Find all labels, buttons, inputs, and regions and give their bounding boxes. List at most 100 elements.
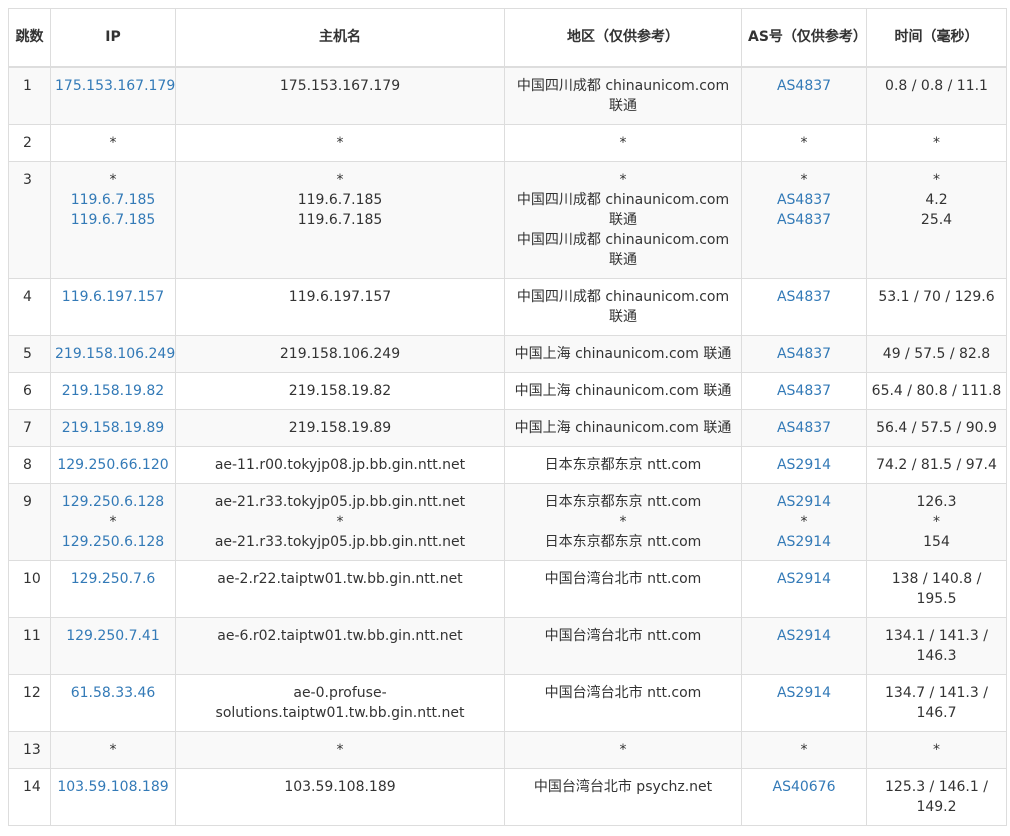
cell-line: * xyxy=(933,741,940,758)
table-row: 7 219.158.19.89 219.158.19.89 中国上海 chinauni… xyxy=(8,408,1007,447)
asn-link[interactable]: AS4837 xyxy=(777,192,831,208)
asn-link[interactable]: AS2914 xyxy=(777,571,831,587)
ip-cell: 219.158.19.82 xyxy=(50,371,176,410)
table-row: 8 129.250.66.120 ae-11.r00.tokyjp08.jp.bb.… xyxy=(8,445,1007,484)
cell-line: AS4837 xyxy=(746,190,862,210)
time-cell: 53.1 / 70 / 129.6 xyxy=(866,277,1007,336)
asn-cell: * AS4837 AS4837 xyxy=(741,160,867,279)
asn-cell: AS2914 xyxy=(741,616,867,675)
asn-link[interactable]: AS2914 xyxy=(777,494,831,510)
cell-line: ae-21.r33.tokyjp05.jp.bb.gin.ntt.net xyxy=(214,533,466,550)
ip-cell: 103.59.108.189 xyxy=(50,767,176,826)
asn-link[interactable]: AS4837 xyxy=(777,383,831,399)
asn-link[interactable]: AS4837 xyxy=(777,346,831,362)
ip-link[interactable]: 61.58.33.46 xyxy=(71,685,156,701)
asn-link[interactable]: AS2914 xyxy=(777,628,831,644)
hop-cell: 8 xyxy=(8,445,51,484)
time-cell: 134.1 / 141.3 / 146.3 xyxy=(866,616,1007,675)
hostname-cell: ae-11.r00.tokyjp08.jp.bb.gin.ntt.net xyxy=(175,445,505,484)
hop-cell: 12 xyxy=(8,673,51,732)
cell-line: ae-2.r22.taiptw01.tw.bb.gin.ntt.net xyxy=(217,570,463,587)
ip-link[interactable]: 119.6.7.185 xyxy=(71,192,156,208)
cell-line: * xyxy=(336,741,344,758)
ip-link[interactable]: 129.250.7.6 xyxy=(71,571,156,587)
hop-cell: 13 xyxy=(8,730,51,769)
ip-link[interactable]: 129.250.7.41 xyxy=(66,628,160,644)
cell-line: 103.59.108.189 xyxy=(284,778,396,795)
cell-line: 53.1 / 70 / 129.6 xyxy=(878,288,995,305)
cell-line: 154 xyxy=(923,533,950,550)
asn-cell: AS40676 xyxy=(741,767,867,826)
ip-cell: 219.158.106.249 xyxy=(50,334,176,373)
asn-link[interactable]: AS40676 xyxy=(773,779,836,795)
hostname-cell: 119.6.197.157 xyxy=(175,277,505,336)
ip-link[interactable]: 175.153.167.179 xyxy=(55,78,175,94)
cell-line: 175.153.167.179 xyxy=(55,76,175,96)
hostname-cell: ae-0.profuse-solutions.taiptw01.tw.bb.gi… xyxy=(175,673,505,732)
table-row: 2 * * * * * xyxy=(8,123,1007,162)
ip-cell: 129.250.6.128 * 129.250.6.128 xyxy=(50,482,176,561)
asn-link[interactable]: AS4837 xyxy=(777,420,831,436)
cell-line: * xyxy=(109,513,117,530)
hop-cell: 5 xyxy=(8,334,51,373)
table-body: 1 175.153.167.179 175.153.167.179 中国四川成都 ch… xyxy=(8,66,1007,826)
header-hop: 跳数 xyxy=(8,8,51,68)
cell-line: 中国上海 chinaunicom.com 联通 xyxy=(514,419,732,436)
cell-line: AS2914 xyxy=(746,626,862,646)
asn-cell: * xyxy=(741,123,867,162)
location-cell: 中国四川成都 chinaunicom.com 联通 xyxy=(504,66,742,125)
cell-line: * xyxy=(619,513,627,530)
ip-cell: 129.250.7.6 xyxy=(50,559,176,618)
cell-line: * xyxy=(619,171,627,188)
cell-line: 219.158.19.82 xyxy=(55,381,171,401)
cell-line: AS4837 xyxy=(746,287,862,307)
asn-cell: * xyxy=(741,730,867,769)
ip-link[interactable]: 129.250.6.128 xyxy=(62,494,164,510)
asn-cell: AS4837 xyxy=(741,66,867,125)
ip-link[interactable]: 219.158.19.89 xyxy=(62,420,164,436)
cell-line: * xyxy=(336,171,344,188)
asn-link[interactable]: AS2914 xyxy=(777,685,831,701)
cell-line: AS2914 xyxy=(746,569,862,589)
cell-line: 138 / 140.8 / 195.5 xyxy=(891,570,982,607)
time-cell: * xyxy=(866,730,1007,769)
ip-link[interactable]: 219.158.106.249 xyxy=(55,346,175,362)
asn-link[interactable]: AS2914 xyxy=(777,457,831,473)
asn-link[interactable]: AS2914 xyxy=(777,534,831,550)
ip-link[interactable]: 103.59.108.189 xyxy=(57,779,168,795)
cell-line: 129.250.66.120 xyxy=(55,455,171,475)
ip-link[interactable]: 119.6.7.185 xyxy=(71,212,156,228)
asn-cell: AS2914 xyxy=(741,559,867,618)
ip-cell: * xyxy=(50,123,176,162)
cell-line: 中国台湾台北市 ntt.com xyxy=(544,627,702,644)
header-location: 地区（仅供参考） xyxy=(504,8,742,68)
asn-link[interactable]: AS4837 xyxy=(777,289,831,305)
ip-link[interactable]: 129.250.6.128 xyxy=(62,534,164,550)
cell-line: 103.59.108.189 xyxy=(55,777,171,797)
cell-line: 日本东京都东京 ntt.com xyxy=(544,533,702,550)
table-row: 12 61.58.33.46 ae-0.profuse-solutions.taip… xyxy=(8,673,1007,732)
hop-cell: 9 xyxy=(8,482,51,561)
ip-link[interactable]: 219.158.19.82 xyxy=(62,383,164,399)
asn-link[interactable]: AS4837 xyxy=(777,78,831,94)
asn-link[interactable]: AS4837 xyxy=(777,212,831,228)
ip-cell: * xyxy=(50,730,176,769)
cell-line: 119.6.7.185 xyxy=(55,190,171,210)
time-cell: 126.3 * 154 xyxy=(866,482,1007,561)
ip-link[interactable]: 119.6.197.157 xyxy=(62,289,164,305)
asn-cell: AS4837 xyxy=(741,277,867,336)
header-hostname: 主机名 xyxy=(175,8,505,68)
cell-line: 129.250.7.6 xyxy=(55,569,171,589)
hostname-cell: * xyxy=(175,123,505,162)
cell-line: * xyxy=(619,134,627,151)
cell-line: AS4837 xyxy=(746,418,862,438)
traceroute-table: 跳数 IP 主机名 地区（仅供参考） AS号（仅供参考） 时间（毫秒） 1 175… xyxy=(8,8,1007,826)
cell-line: ae-21.r33.tokyjp05.jp.bb.gin.ntt.net xyxy=(214,493,466,510)
cell-line: * xyxy=(933,134,940,151)
location-cell: 日本东京都东京 ntt.com xyxy=(504,445,742,484)
cell-line: 119.6.7.185 xyxy=(297,211,383,228)
cell-line: 中国四川成都 chinaunicom.com 联通 xyxy=(516,191,730,228)
ip-link[interactable]: 129.250.66.120 xyxy=(57,457,168,473)
cell-line: 219.158.19.89 xyxy=(55,418,171,438)
table-row: 4 119.6.197.157 119.6.197.157 中国四川成都 chinau… xyxy=(8,277,1007,336)
